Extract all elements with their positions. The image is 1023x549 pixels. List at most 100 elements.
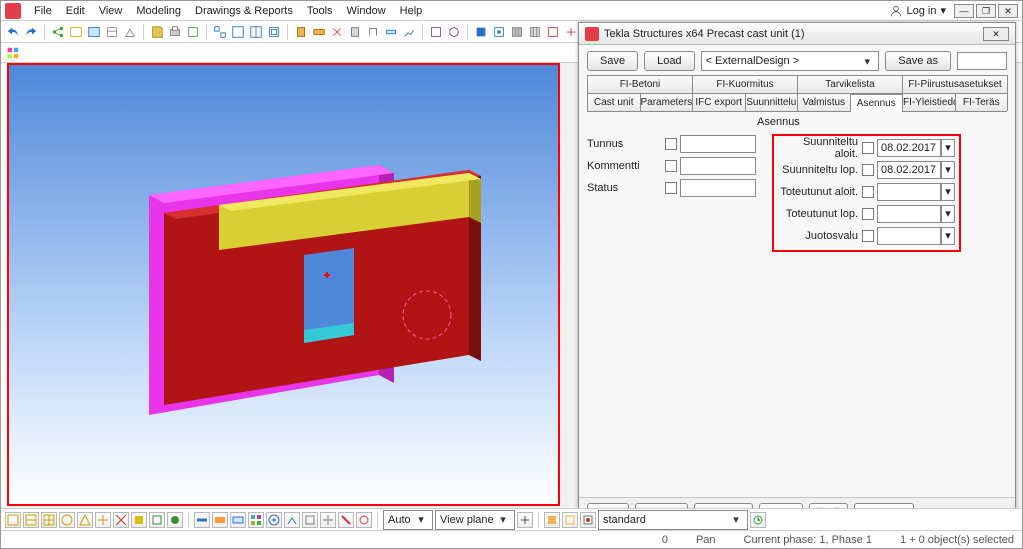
window-restore[interactable]: ❐ — [976, 4, 996, 18]
bb-9[interactable] — [149, 512, 165, 528]
save-as-name[interactable] — [957, 52, 1007, 70]
bb-4[interactable] — [59, 512, 75, 528]
bb-20[interactable] — [356, 512, 372, 528]
save-as-button[interactable]: Save as — [885, 51, 951, 71]
tool-btn-15[interactable] — [293, 24, 309, 40]
bb-8[interactable] — [131, 512, 147, 528]
tool-btn-29[interactable] — [563, 24, 579, 40]
bb-12[interactable] — [212, 512, 228, 528]
tab-suunnittelu[interactable]: Suunnittelu — [745, 93, 799, 111]
tab-ifc-export[interactable]: IFC export — [692, 93, 746, 111]
chk-suun-aloit[interactable] — [862, 142, 874, 154]
bb-15[interactable] — [266, 512, 282, 528]
tool-save-icon[interactable] — [149, 24, 165, 40]
window-close[interactable]: ✕ — [998, 4, 1018, 18]
tool-btn-20[interactable] — [383, 24, 399, 40]
tab-cast-unit[interactable]: Cast unit — [587, 93, 641, 111]
auto-select[interactable]: Auto▾ — [383, 510, 433, 530]
bb-24[interactable] — [580, 512, 596, 528]
save-button[interactable]: Save — [587, 51, 638, 71]
bb-23[interactable] — [562, 512, 578, 528]
input-suun-aloit[interactable]: 08.02.2017 — [877, 139, 941, 157]
chk-juotosvalu[interactable] — [862, 230, 874, 242]
input-juotosvalu[interactable] — [877, 227, 941, 245]
chk-tunnus[interactable] — [665, 138, 677, 150]
dd-juotosvalu[interactable]: ▾ — [941, 227, 955, 245]
tool-btn-18[interactable] — [347, 24, 363, 40]
bb-7[interactable] — [113, 512, 129, 528]
dialog-close[interactable]: ✕ — [983, 27, 1009, 41]
menu-window[interactable]: Window — [340, 1, 393, 21]
bb-18[interactable] — [320, 512, 336, 528]
menu-drawings[interactable]: Drawings & Reports — [188, 1, 300, 21]
tool-btn-7[interactable] — [122, 24, 138, 40]
load-button[interactable]: Load — [644, 51, 694, 71]
bb-1[interactable] — [5, 512, 21, 528]
tab-fi-kuormitus[interactable]: FI-Kuormitus — [692, 75, 798, 93]
chk-tot-lop[interactable] — [862, 208, 874, 220]
tool-btn-23[interactable] — [446, 24, 462, 40]
menu-help[interactable]: Help — [393, 1, 430, 21]
menu-tools[interactable]: Tools — [300, 1, 340, 21]
tab-fi-betoni[interactable]: FI-Betoni — [587, 75, 693, 93]
input-tot-aloit[interactable] — [877, 183, 941, 201]
input-tot-lop[interactable] — [877, 205, 941, 223]
bb-2[interactable] — [23, 512, 39, 528]
tab-asennus[interactable]: Asennus — [850, 94, 904, 112]
bb-14[interactable] — [248, 512, 264, 528]
bb-17[interactable] — [302, 512, 318, 528]
input-tunnus[interactable] — [680, 135, 756, 153]
tool2-btn-1[interactable] — [5, 45, 21, 61]
design-select[interactable]: < ExternalDesign > ▾ — [701, 51, 880, 71]
bb-22[interactable] — [544, 512, 560, 528]
bb-11[interactable] — [194, 512, 210, 528]
dd-suun-lop[interactable]: ▾ — [941, 161, 955, 179]
login-button[interactable]: Log in ▾ — [890, 4, 946, 17]
bb-6[interactable] — [95, 512, 111, 528]
tool-btn-26[interactable] — [509, 24, 525, 40]
bb-16[interactable] — [284, 512, 300, 528]
menu-file[interactable]: File — [27, 1, 59, 21]
bb-21[interactable] — [517, 512, 533, 528]
tool-redo[interactable] — [23, 24, 39, 40]
tab-parameters[interactable]: Parameters — [640, 93, 694, 111]
tool-btn-27[interactable] — [527, 24, 543, 40]
bb-19[interactable] — [338, 512, 354, 528]
bb-5[interactable] — [77, 512, 93, 528]
bb-25[interactable] — [750, 512, 766, 528]
window-minimize[interactable]: — — [954, 4, 974, 18]
tool-btn-21[interactable] — [401, 24, 417, 40]
input-suun-lop[interactable]: 08.02.2017 — [877, 161, 941, 179]
tool-undo[interactable] — [5, 24, 21, 40]
tool-print-icon[interactable] — [167, 24, 183, 40]
tool-btn-10[interactable] — [185, 24, 201, 40]
bb-3[interactable] — [41, 512, 57, 528]
input-kommentti[interactable] — [680, 157, 756, 175]
menu-view[interactable]: View — [92, 1, 130, 21]
tool-btn-22[interactable] — [428, 24, 444, 40]
dd-tot-aloit[interactable]: ▾ — [941, 183, 955, 201]
bb-13[interactable] — [230, 512, 246, 528]
tool-btn-13[interactable] — [248, 24, 264, 40]
tab-fi-yleistiedot[interactable]: FI-Yleistiedot — [902, 93, 956, 111]
tab-fi-teras[interactable]: FI-Teräs — [955, 93, 1009, 111]
standard-select[interactable]: standard▾ — [598, 510, 748, 530]
tool-share-icon[interactable] — [50, 24, 66, 40]
tab-tarvikelista[interactable]: Tarvikelista — [797, 75, 903, 93]
viewplane-select[interactable]: View plane▾ — [435, 510, 515, 530]
dd-suun-aloit[interactable]: ▾ — [941, 139, 955, 157]
bb-10[interactable] — [167, 512, 183, 528]
tool-btn-19[interactable] — [365, 24, 381, 40]
tool-btn-17[interactable] — [329, 24, 345, 40]
tab-fi-piirustus[interactable]: FI-Piirustusasetukset — [902, 75, 1008, 93]
tool-btn-14[interactable] — [266, 24, 282, 40]
tool-btn-24[interactable] — [473, 24, 489, 40]
tool-btn-4[interactable] — [68, 24, 84, 40]
tool-btn-25[interactable] — [491, 24, 507, 40]
menu-edit[interactable]: Edit — [59, 1, 92, 21]
chk-suun-lop[interactable] — [862, 164, 874, 176]
chk-tot-aloit[interactable] — [862, 186, 874, 198]
input-status[interactable] — [680, 179, 756, 197]
dd-tot-lop[interactable]: ▾ — [941, 205, 955, 223]
chk-status[interactable] — [665, 182, 677, 194]
